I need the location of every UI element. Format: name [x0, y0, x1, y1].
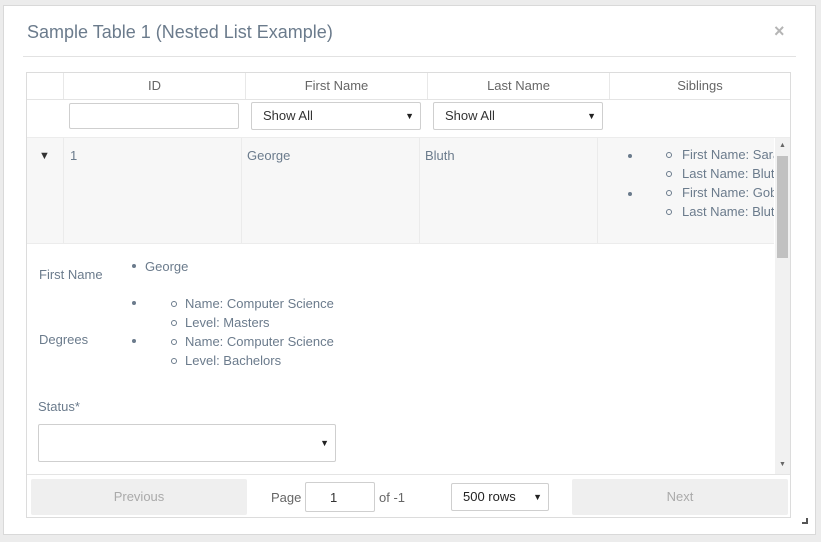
degree-level: Level: Masters: [185, 315, 270, 330]
row-detail-panel: First Name George Degrees Name: Computer…: [27, 244, 774, 474]
resize-handle-icon[interactable]: [802, 518, 808, 524]
page-label: Page: [271, 490, 302, 505]
rows-per-page-value: 500 rows: [463, 489, 516, 504]
degrees-label: Degrees: [39, 332, 89, 347]
rows-per-page-select[interactable]: 500 rows ▼: [451, 483, 549, 511]
expander-cell: ▼: [27, 138, 64, 243]
last-name-filter-value: Show All: [445, 108, 495, 123]
page-count-label: of -1: [379, 490, 406, 505]
list-bullet: [171, 301, 177, 307]
previous-button[interactable]: Previous: [31, 479, 247, 515]
degree-level: Level: Bachelors: [185, 353, 282, 368]
first-name-label: First Name: [39, 267, 103, 282]
title-divider: [23, 56, 796, 57]
list-bullet: [171, 358, 177, 364]
header-id[interactable]: ID: [64, 73, 246, 99]
sibling-first-name: First Name: Gob: [682, 185, 774, 200]
list-bullet: [132, 339, 136, 343]
chevron-down-icon: ▼: [587, 111, 596, 121]
cell-siblings: First Name: Sara Last Name: Blut First N…: [598, 138, 774, 243]
cell-id: 1: [64, 138, 242, 243]
chevron-down-icon: ▼: [533, 492, 542, 502]
sibling-first-name: First Name: Sara: [682, 147, 774, 162]
table-header: ID First Name Last Name Siblings: [27, 73, 790, 100]
cell-first-name: George: [242, 138, 420, 243]
scrollbar-thumb[interactable]: [777, 156, 788, 258]
modal-title: Sample Table 1 (Nested List Example): [27, 22, 333, 42]
list-bullet: [171, 339, 177, 345]
cell-last-name: Bluth: [420, 138, 598, 243]
scroll-up-icon[interactable]: ▲: [779, 142, 786, 149]
last-name-filter-select[interactable]: Show All ▼: [433, 102, 603, 130]
first-name-value: George: [145, 259, 189, 274]
first-name-filter-value: Show All: [263, 108, 313, 123]
next-button[interactable]: Next: [572, 479, 788, 515]
chevron-down-icon: ▼: [405, 111, 414, 121]
list-bullet: [132, 264, 136, 268]
close-icon[interactable]: ×: [774, 21, 785, 41]
list-bullet: [628, 192, 632, 196]
status-label: Status*: [38, 399, 80, 414]
degree-name: Name: Computer Science: [185, 334, 334, 349]
degree-name: Name: Computer Science: [185, 296, 334, 311]
id-filter-input[interactable]: [69, 103, 239, 129]
list-bullet: [666, 152, 672, 158]
list-bullet: [628, 154, 632, 158]
list-bullet: [666, 209, 672, 215]
first-name-filter-select[interactable]: Show All ▼: [251, 102, 421, 130]
filter-row: Show All ▼ Show All ▼: [27, 100, 790, 138]
header-expander-col: [27, 73, 64, 99]
table-row[interactable]: ▼ 1 George Bluth First Name: Sara Last N…: [27, 138, 774, 244]
header-first-name[interactable]: First Name: [246, 73, 428, 99]
expand-toggle-icon[interactable]: ▼: [39, 150, 50, 162]
list-bullet: [666, 171, 672, 177]
sibling-last-name: Last Name: Blut: [682, 166, 774, 181]
status-select[interactable]: ▼: [38, 424, 336, 462]
header-last-name[interactable]: Last Name: [428, 73, 610, 99]
modal-dialog: Sample Table 1 (Nested List Example) × I…: [3, 5, 816, 535]
data-table: ID First Name Last Name Siblings Show Al…: [26, 72, 791, 518]
list-bullet: [171, 320, 177, 326]
header-siblings[interactable]: Siblings: [610, 73, 790, 99]
list-bullet: [132, 301, 136, 305]
scroll-down-icon[interactable]: ▼: [779, 461, 786, 468]
page-number-input[interactable]: [305, 482, 375, 512]
chevron-down-icon: ▼: [320, 438, 329, 448]
pagination-bar: Previous Page of -1 500 rows ▼ Next: [27, 474, 790, 517]
vertical-scrollbar[interactable]: ▲ ▼: [775, 138, 790, 474]
sibling-last-name: Last Name: Blut: [682, 204, 774, 219]
list-bullet: [666, 190, 672, 196]
